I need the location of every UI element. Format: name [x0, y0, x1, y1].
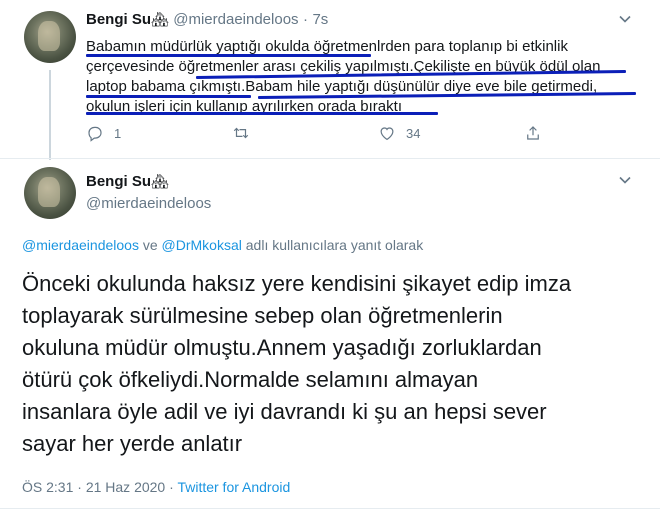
tweet-text: Babamın müdürlük yaptığı okulda öğretmen… [86, 37, 646, 117]
chevron-down-icon[interactable] [617, 11, 633, 27]
reply-icon [88, 126, 102, 142]
tweet-text: Önceki okulunda haksız yere kendisini şi… [22, 268, 642, 460]
tweet-line: okuluna müdür olmuştu.Annem yaşadığı zor… [22, 335, 542, 360]
user-handle[interactable]: @mierdaeindeloos [86, 195, 211, 212]
tweet-metadata: ÖS 2:31 · 21 Haz 2020 · Twitter for Andr… [22, 479, 290, 495]
reply-button[interactable]: 1 [86, 124, 121, 142]
tweet-time[interactable]: 7s [312, 11, 328, 28]
house-emoji: 🏘 [151, 11, 169, 27]
tweet-line: ötürü çok öfkeliydi.Normalde selamını al… [22, 367, 479, 392]
avatar[interactable] [24, 11, 76, 63]
marker-underline [86, 95, 251, 98]
divider [0, 508, 660, 509]
mention-link[interactable]: @DrMkoksal [162, 237, 242, 253]
house-emoji: 🏘 [151, 173, 169, 189]
tweet-header: Bengi Su🏘 @mierdaeindeloos · 7s [86, 11, 328, 29]
tweet-source-link[interactable]: Twitter for Android [177, 479, 290, 495]
reply-to-context: @mierdaeindeloos ve @DrMkoksal adlı kull… [22, 237, 423, 253]
reply-to-conjunction: ve [138, 237, 162, 253]
chevron-down-icon[interactable] [617, 172, 633, 188]
user-handle[interactable]: @mierdaeindeloos [173, 11, 298, 28]
marker-underline [86, 112, 438, 115]
share-button[interactable] [524, 124, 552, 142]
retweet-icon [233, 127, 249, 139]
tweet-line: sayar her yerde anlatır [22, 431, 243, 456]
meta-separator: · [73, 479, 86, 495]
tweet-reply-context[interactable]: Bengi Su🏘 @mierdaeindeloos · 7s Babamın … [0, 0, 660, 160]
divider [0, 158, 660, 159]
reply-count: 1 [114, 125, 122, 141]
like-count: 34 [406, 125, 421, 141]
retweet-button[interactable] [232, 124, 260, 142]
tweet-actions: 1 34 [86, 124, 566, 146]
separator-dot: · [303, 11, 308, 28]
tweet-time[interactable]: ÖS 2:31 [22, 479, 73, 495]
tweet-line: toplayarak sürülmesine sebep olan öğretm… [22, 303, 503, 328]
mention-link[interactable]: @mierdaeindeloos [22, 237, 139, 253]
thread-line [49, 70, 51, 160]
like-button[interactable]: 34 [378, 124, 420, 142]
heart-icon [380, 127, 394, 141]
tweet-line: insanlara öyle adil ve iyi davrandı ki ş… [22, 399, 547, 424]
avatar[interactable] [24, 167, 76, 219]
marker-underline [86, 54, 371, 57]
author-name-row[interactable]: Bengi Su🏘 [86, 173, 169, 191]
tweet-date[interactable]: 21 Haz 2020 [86, 479, 165, 495]
share-icon [527, 126, 539, 140]
tweet-line: Önceki okulunda haksız yere kendisini şi… [22, 271, 572, 296]
meta-separator: · [165, 479, 178, 495]
user-name[interactable]: Bengi Su [86, 11, 151, 28]
user-name[interactable]: Bengi Su [86, 173, 151, 190]
reply-to-suffix: adlı kullanıcılara yanıt olarak [241, 237, 424, 253]
